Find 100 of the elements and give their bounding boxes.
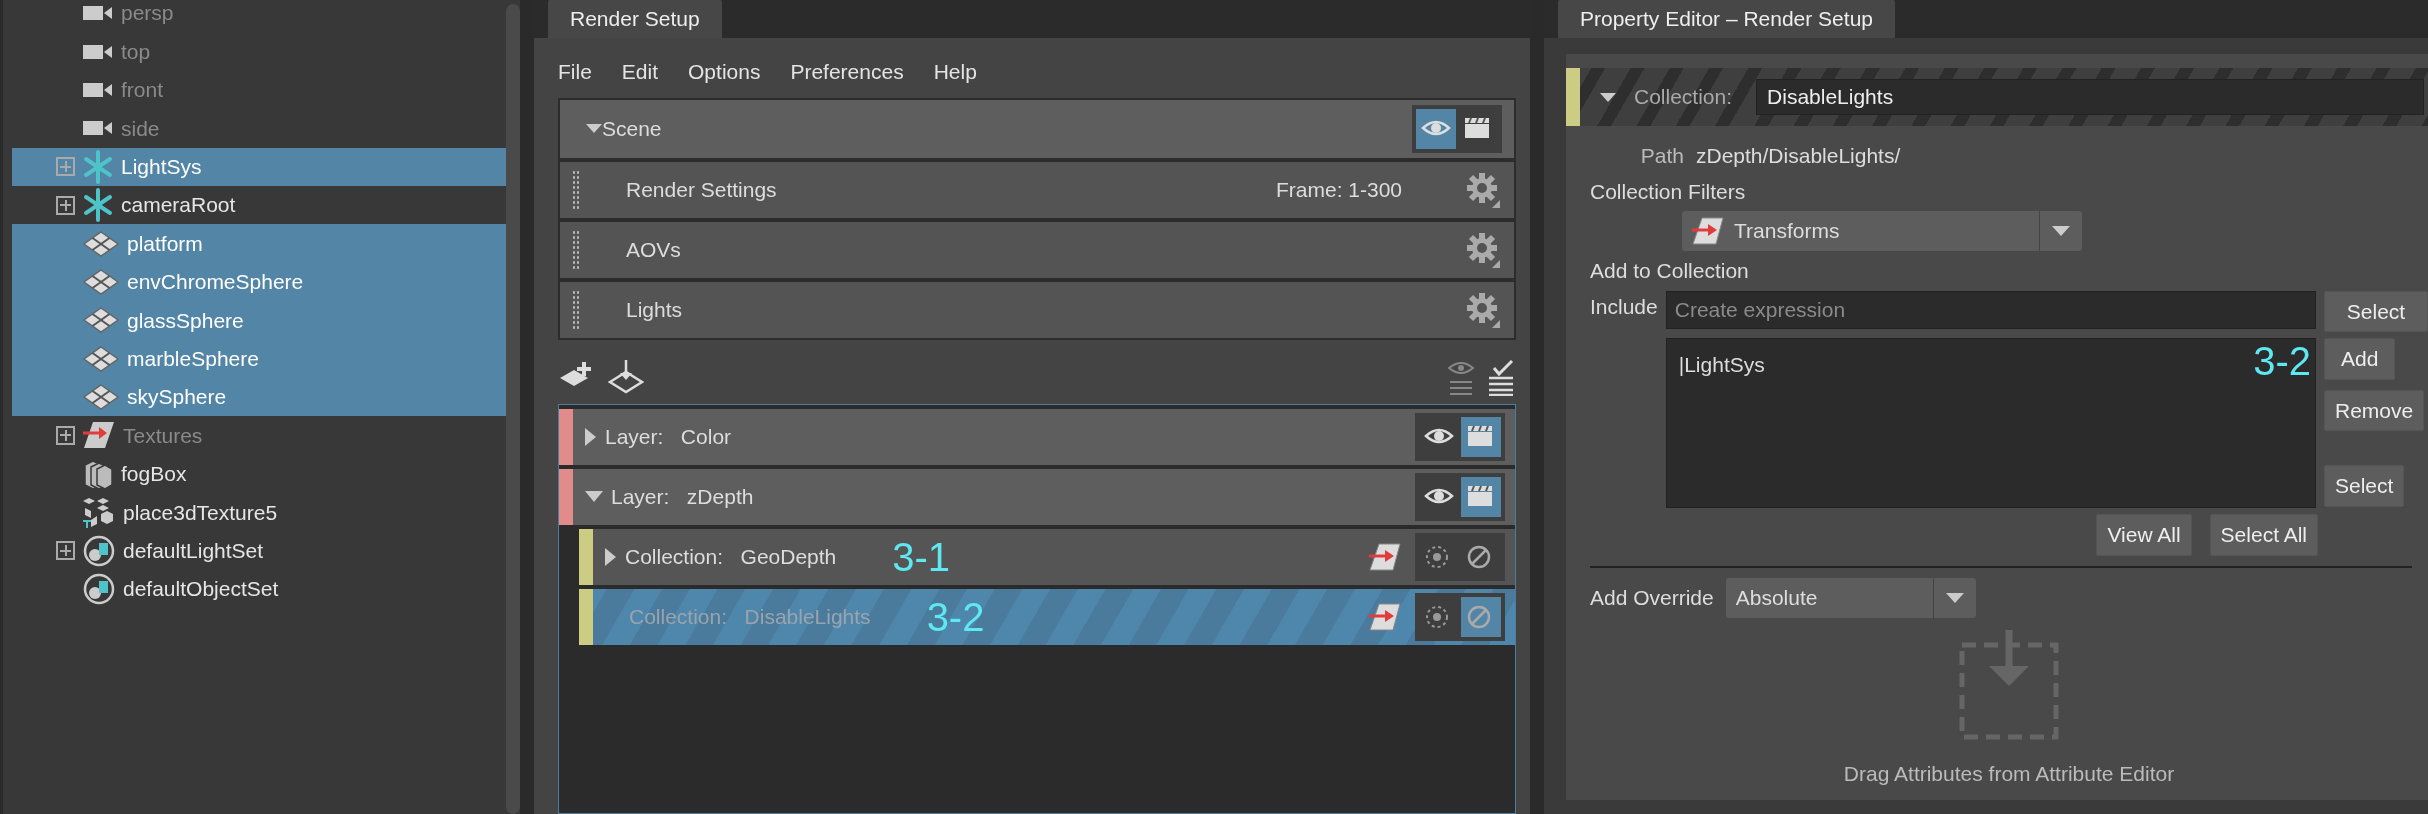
set-icon bbox=[83, 573, 115, 606]
collapse-triangle-icon[interactable] bbox=[1600, 92, 1616, 102]
scene-header[interactable]: Scene bbox=[560, 99, 1514, 158]
row-label: Collection: GeoDepth bbox=[625, 543, 837, 570]
scene-row[interactable]: AOVs bbox=[560, 221, 1514, 278]
path-label: Path bbox=[1639, 143, 1684, 169]
checklist-icon bbox=[1486, 359, 1516, 396]
row-label: AOVs bbox=[626, 236, 682, 263]
outliner-item[interactable]: envChromeSphere bbox=[12, 262, 506, 302]
scene-label: Scene bbox=[602, 115, 662, 142]
panel-tab[interactable]: Property Editor – Render Setup bbox=[1558, 0, 1895, 38]
menu-item[interactable]: Preferences bbox=[790, 56, 904, 88]
outliner-item[interactable]: skySphere bbox=[12, 377, 506, 417]
frame-range: Frame: 1-300 bbox=[1276, 176, 1403, 203]
outliner-item[interactable]: side bbox=[12, 109, 506, 148]
section-label: Collection Filters bbox=[1590, 178, 1747, 205]
mesh-icon bbox=[83, 230, 119, 257]
asterisk-icon bbox=[83, 187, 113, 224]
select-button[interactable]: Select bbox=[2324, 290, 2428, 332]
collapse-triangle-icon[interactable] bbox=[586, 124, 602, 133]
camera-icon bbox=[83, 119, 113, 138]
outliner-item[interactable]: front bbox=[12, 70, 506, 110]
drag-handle-icon[interactable] bbox=[572, 289, 580, 330]
outliner-item[interactable]: top bbox=[12, 32, 506, 71]
asterisk-icon bbox=[83, 148, 113, 185]
transform-filter-icon bbox=[1369, 542, 1401, 571]
gear-icon bbox=[1466, 291, 1502, 328]
outliner-item[interactable]: LightSys bbox=[12, 147, 506, 186]
camera-icon bbox=[83, 80, 113, 99]
set-icon bbox=[83, 534, 115, 567]
renderable-toggle[interactable] bbox=[1461, 476, 1501, 517]
filter-dropdown[interactable]: Transforms bbox=[1682, 211, 2082, 251]
drop-target-icon bbox=[1959, 629, 2059, 740]
caret-icon bbox=[2052, 226, 2070, 236]
caret-icon bbox=[1945, 592, 1964, 603]
expression-field[interactable]: Create expression bbox=[1665, 290, 2316, 329]
outliner-item[interactable]: marbleSphere bbox=[12, 339, 506, 378]
collection-row[interactable]: Collection: GeoDepth 3-1 bbox=[579, 528, 1515, 585]
override-label: Add Override bbox=[1590, 584, 1714, 611]
gear-icon bbox=[1466, 231, 1502, 268]
row-label: Layer: zDepth bbox=[611, 483, 754, 510]
view-button[interactable]: View All bbox=[2096, 514, 2192, 556]
override-dropdown[interactable]: Absolute bbox=[1725, 577, 1976, 618]
list-button[interactable]: Select bbox=[2324, 465, 2405, 507]
eye-list-icon bbox=[1446, 359, 1476, 396]
row-label: Layer: Color bbox=[605, 423, 732, 450]
outliner-item[interactable]: place3dTexture5 bbox=[12, 493, 506, 532]
outliner-item[interactable]: defaultLightSet bbox=[12, 531, 506, 570]
expand-triangle-icon[interactable] bbox=[585, 427, 597, 446]
expand-icon[interactable] bbox=[56, 541, 75, 561]
layer-row[interactable]: Layer: zDepth bbox=[559, 468, 1515, 525]
gear-icon bbox=[1466, 171, 1502, 208]
section-label: Add to Collection bbox=[1590, 258, 1750, 284]
panel-tab[interactable]: Render Setup bbox=[548, 0, 722, 38]
menu-item[interactable]: Help bbox=[933, 56, 977, 88]
include-label: Include bbox=[1590, 293, 1658, 320]
scene-row[interactable]: Render Settings Frame: 1-300 bbox=[560, 161, 1514, 218]
menu-item[interactable]: File bbox=[558, 56, 592, 88]
outliner-item[interactable]: persp bbox=[12, 0, 506, 33]
outliner-item[interactable]: glassSphere bbox=[12, 301, 506, 340]
expand-triangle-icon[interactable] bbox=[605, 547, 617, 566]
name-field[interactable]: DisableLights bbox=[1756, 79, 2424, 115]
list-button[interactable]: Add bbox=[2324, 338, 2396, 380]
annotation-label: 3-2 bbox=[2253, 341, 2311, 381]
outliner-item[interactable]: Textures bbox=[12, 416, 506, 455]
expand-icon[interactable] bbox=[56, 195, 75, 215]
menu-item[interactable]: Options bbox=[688, 56, 761, 88]
mesh-icon bbox=[83, 307, 119, 334]
renderable-toggle[interactable] bbox=[1461, 416, 1501, 457]
menu-item[interactable]: Edit bbox=[621, 56, 659, 88]
import-icon bbox=[608, 359, 644, 396]
drag-handle-icon[interactable] bbox=[572, 169, 580, 210]
list-item[interactable]: |LightSys bbox=[1678, 349, 1765, 381]
scene-row[interactable]: Lights bbox=[560, 281, 1514, 338]
annotation-label: 3-2 bbox=[926, 596, 985, 637]
collapse-triangle-icon[interactable] bbox=[585, 490, 603, 503]
outliner-item[interactable]: defaultObjectSet bbox=[12, 569, 506, 609]
layer-row[interactable]: Layer: Color bbox=[559, 408, 1515, 465]
drop-hint: Drag Attributes from Attribute Editor bbox=[1843, 760, 2175, 787]
drag-handle-icon[interactable] bbox=[572, 229, 580, 270]
row-label: Collection: DisableLights bbox=[629, 603, 871, 630]
view-button[interactable]: Select All bbox=[2209, 514, 2318, 556]
texture-icon bbox=[83, 421, 115, 450]
row-label: Render Settings bbox=[626, 176, 778, 203]
camera-icon bbox=[83, 4, 113, 23]
collection-label: Collection: bbox=[1634, 84, 1733, 111]
cubes-icon bbox=[83, 496, 115, 529]
outliner-item[interactable]: fogBox bbox=[12, 454, 506, 494]
outliner-item[interactable]: cameraRoot bbox=[12, 185, 506, 225]
color-tag bbox=[1566, 68, 1580, 126]
scrollbar[interactable] bbox=[506, 4, 520, 814]
mesh-icon bbox=[83, 268, 119, 295]
transform-filter-icon bbox=[1369, 602, 1401, 631]
path-value: zDepth/DisableLights/ bbox=[1696, 143, 1901, 169]
camera-icon bbox=[83, 42, 113, 61]
visibility-toggle[interactable] bbox=[1416, 108, 1456, 149]
outliner-item[interactable]: platform bbox=[12, 224, 506, 263]
mesh-icon bbox=[83, 345, 119, 372]
expand-icon[interactable] bbox=[56, 426, 75, 445]
list-button[interactable]: Remove bbox=[2324, 389, 2425, 431]
